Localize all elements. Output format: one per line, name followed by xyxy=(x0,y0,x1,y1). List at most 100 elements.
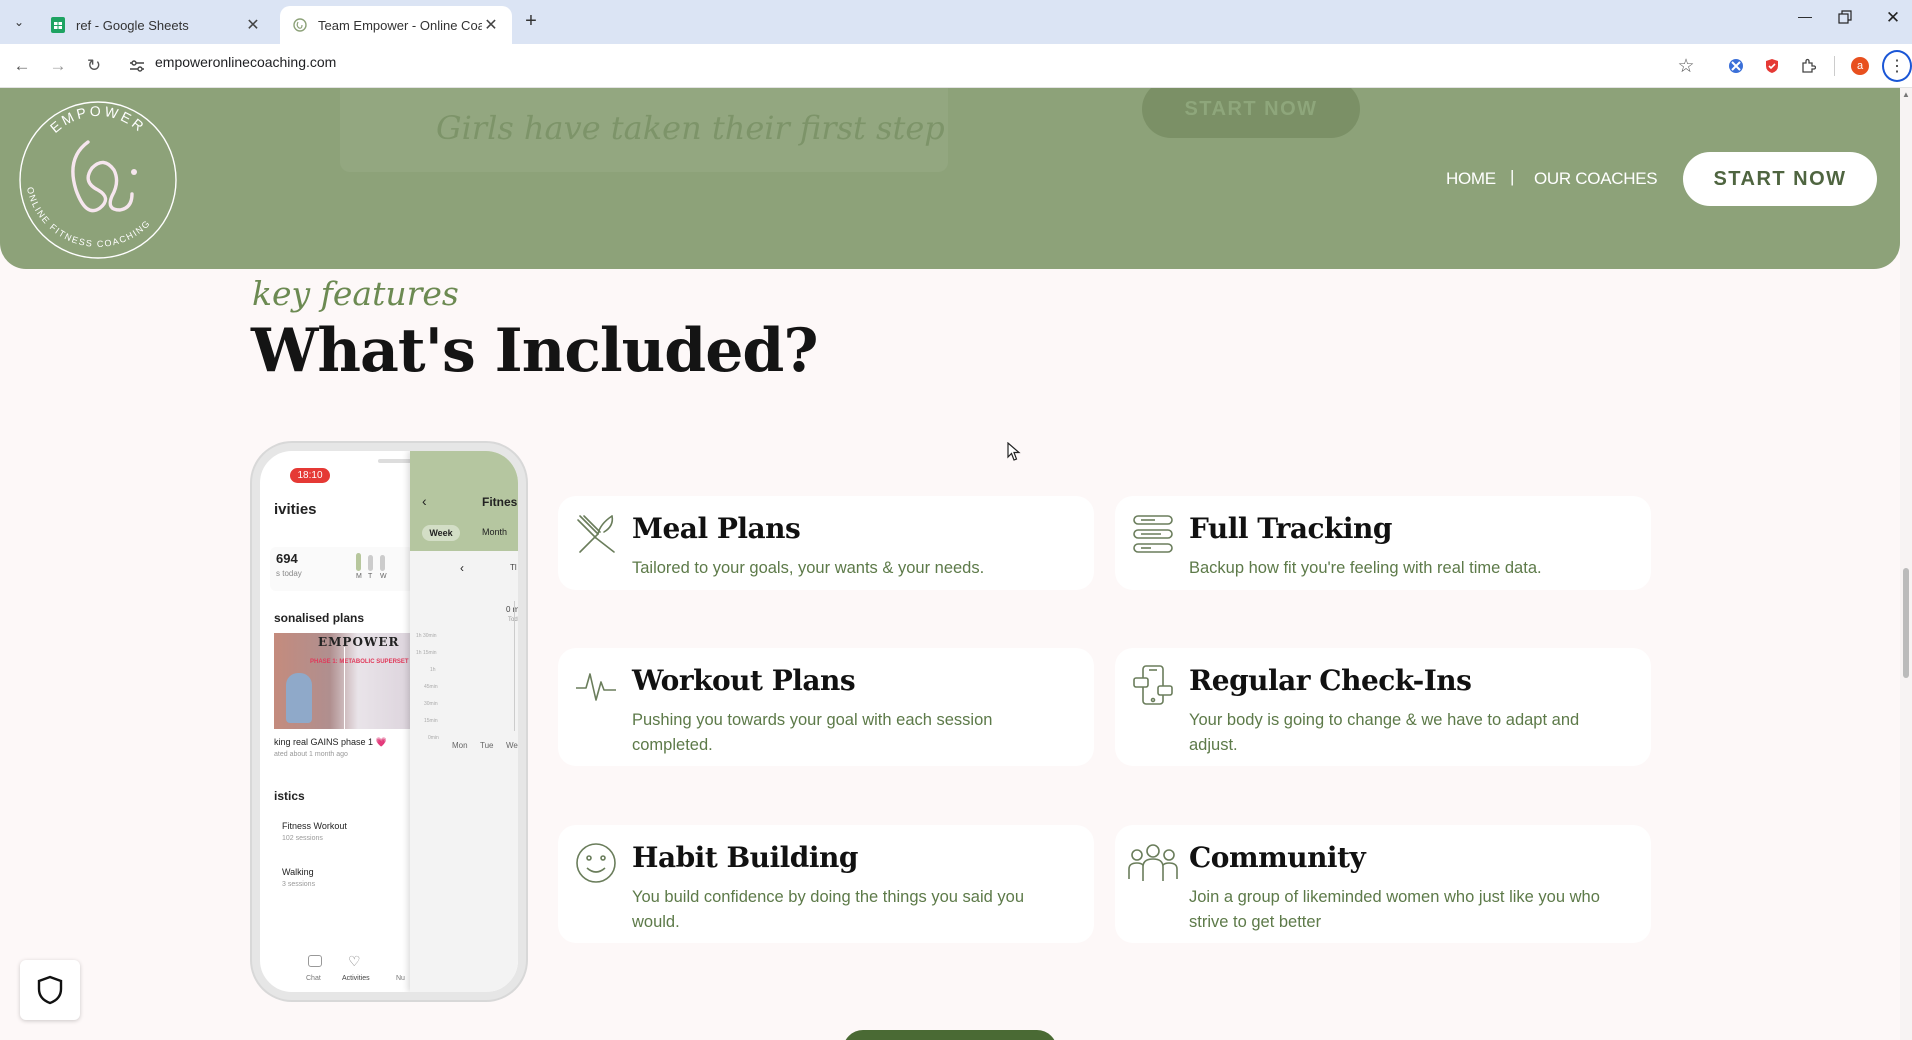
plan-image: EMPOWER PHASE 1: METABOLIC SUPERSET xyxy=(274,633,414,729)
bottom-nav-partial: Nu xyxy=(396,975,405,982)
stat-fitness-sub: 102 sessions xyxy=(282,835,323,842)
plan-title: king real GAINS phase 1 💗 xyxy=(274,737,387,747)
tab-title: Team Empower - Online Coachi xyxy=(318,17,482,33)
overlay-yaxis-4: 30min xyxy=(424,701,438,707)
day-label: W xyxy=(380,573,387,580)
close-window-button[interactable]: ✕ xyxy=(1882,8,1904,30)
stat-walking-sub: 3 sessions xyxy=(282,881,316,888)
bookmark-star-icon[interactable]: ☆ xyxy=(1675,55,1697,77)
site-info-icon[interactable] xyxy=(126,55,148,77)
reload-icon[interactable]: ↻ xyxy=(83,55,105,77)
cta-button-partial[interactable] xyxy=(843,1030,1057,1040)
feature-title: Regular Check-Ins xyxy=(1189,664,1472,697)
feature-description: Backup how fit you're feeling with real … xyxy=(1189,559,1542,577)
feature-description: Your body is going to change & we have t… xyxy=(1189,711,1580,754)
new-tab-button[interactable]: + xyxy=(520,10,542,32)
svg-text:EMPOWER: EMPOWER xyxy=(47,103,149,136)
overlay-yaxis-0: 1h 30min xyxy=(416,633,437,639)
browser-menu-icon[interactable]: ⋮ xyxy=(1882,50,1912,82)
steps-mini-bars: M T W xyxy=(356,551,396,581)
day-label: M xyxy=(356,573,362,580)
bottom-nav-activities: Activities xyxy=(342,975,370,982)
close-icon[interactable]: ✕ xyxy=(244,15,262,35)
steps-sub: s today xyxy=(276,569,302,578)
plans-heading: sonalised plans xyxy=(274,611,365,625)
forward-icon[interactable]: → xyxy=(47,55,69,77)
overlay-yaxis-5: 15min xyxy=(424,718,438,724)
tab-title: ref - Google Sheets xyxy=(76,17,189,33)
shield-extension-icon[interactable] xyxy=(1761,55,1783,77)
people-icon xyxy=(1127,841,1179,885)
web-page: Girls have taken their first step START … xyxy=(0,88,1900,1040)
plan-banner: EMPOWER xyxy=(318,635,400,649)
feature-title: Workout Plans xyxy=(632,664,856,697)
overlay-title: Fitnes xyxy=(482,495,518,509)
day-label: T xyxy=(368,573,373,580)
overlay-value-sub: Tod xyxy=(508,617,518,623)
feature-card-meal-plans: Meal Plans Tailored to your goals, your … xyxy=(558,496,1094,590)
privacy-shield-button[interactable] xyxy=(20,960,80,1020)
nav-separator: | xyxy=(1510,167,1515,186)
profile-avatar[interactable]: a xyxy=(1851,57,1869,75)
feature-card-habit-building: Habit Building You build confidence by d… xyxy=(558,825,1094,943)
scrollbar-thumb[interactable] xyxy=(1903,568,1909,678)
logo-top-text: EMPOWER xyxy=(47,103,146,136)
phone-chat-icon xyxy=(1131,664,1175,708)
scroll-up-icon[interactable]: ▲ xyxy=(1902,90,1910,99)
stat-fitness: Fitness Workout xyxy=(282,821,347,831)
section-heading: What's Included? xyxy=(251,316,819,386)
site-header: Girls have taken their first step START … xyxy=(0,88,1900,269)
tab-team-empower[interactable]: Team Empower - Online Coachi ✕ xyxy=(280,6,512,44)
browser-tab-strip: ⌄ ref - Google Sheets ✕ Team Empower - O… xyxy=(0,0,1912,44)
overlay-day-tue: Tue xyxy=(480,741,494,750)
feature-card-workout-plans: Workout Plans Pushing you towards your g… xyxy=(558,648,1094,766)
heart-icon: ♡ xyxy=(348,953,361,969)
back-chevron-icon: ‹ xyxy=(422,493,427,509)
minimize-button[interactable]: — xyxy=(1794,8,1816,30)
activities-heading: ivities xyxy=(274,501,317,518)
nav-our-coaches-link[interactable]: OUR COACHES xyxy=(1534,169,1658,189)
feature-description: Join a group of likeminded women who jus… xyxy=(1189,888,1600,931)
overlay-yaxis-2: 1h xyxy=(430,667,436,673)
feature-title: Meal Plans xyxy=(632,512,801,545)
extension-icon[interactable] xyxy=(1725,55,1747,77)
overlay-day-wed: We xyxy=(506,741,518,750)
heartbeat-icon xyxy=(574,664,618,708)
back-icon[interactable]: ← xyxy=(11,55,33,77)
empower-favicon-icon xyxy=(292,17,308,33)
ghost-banner-text: Girls have taken their first step xyxy=(436,109,945,147)
overlay-day-mon: Mon xyxy=(452,741,468,750)
plan-banner-sub: PHASE 1: METABOLIC SUPERSET xyxy=(310,659,409,665)
chat-icon xyxy=(308,955,322,967)
stats-heading: istics xyxy=(274,789,305,803)
tab-google-sheets[interactable]: ref - Google Sheets ✕ xyxy=(38,6,274,44)
url-field[interactable]: empoweronlinecoaching.com xyxy=(155,54,336,70)
fork-knife-icon xyxy=(574,512,618,556)
steps-value: 694 xyxy=(276,551,298,566)
start-now-button[interactable]: START NOW xyxy=(1683,152,1877,206)
feature-title: Full Tracking xyxy=(1189,512,1392,545)
smiley-icon xyxy=(574,841,618,885)
chart-prev-icon: ‹ xyxy=(460,561,464,575)
overlay-yaxis-3: 45min xyxy=(424,684,438,690)
overlay-value: 0 m xyxy=(506,605,520,614)
app-phone-mockup: 18:10 ivities 694 s today M T W sonalise… xyxy=(252,443,526,1000)
overlay-tab-month: Month xyxy=(482,527,508,537)
empower-logo[interactable]: EMPOWER ONLINE FITNESS COACHING xyxy=(16,98,180,264)
overlay-chart-line xyxy=(514,601,515,731)
feature-card-community: Community Join a group of likeminded wom… xyxy=(1115,825,1651,943)
puzzle-extensions-icon[interactable] xyxy=(1797,55,1819,77)
section-kicker: key features xyxy=(252,274,459,313)
nav-home-link[interactable]: HOME xyxy=(1446,169,1496,189)
feature-title: Habit Building xyxy=(632,841,858,874)
stat-walking: Walking xyxy=(282,867,314,877)
page-scrollbar[interactable]: ▲ xyxy=(1900,88,1912,1040)
overlay-tab-week: Week xyxy=(422,525,460,541)
restore-button[interactable] xyxy=(1838,10,1860,32)
tab-search-button[interactable]: ⌄ xyxy=(9,12,29,32)
divider xyxy=(1834,56,1835,76)
sheets-icon xyxy=(50,17,66,33)
address-bar-row: ← → ↻ empoweronlinecoaching.com ☆ a ⋮ xyxy=(0,44,1912,88)
close-icon[interactable]: ✕ xyxy=(482,15,500,35)
mouse-cursor-icon xyxy=(1007,441,1021,467)
